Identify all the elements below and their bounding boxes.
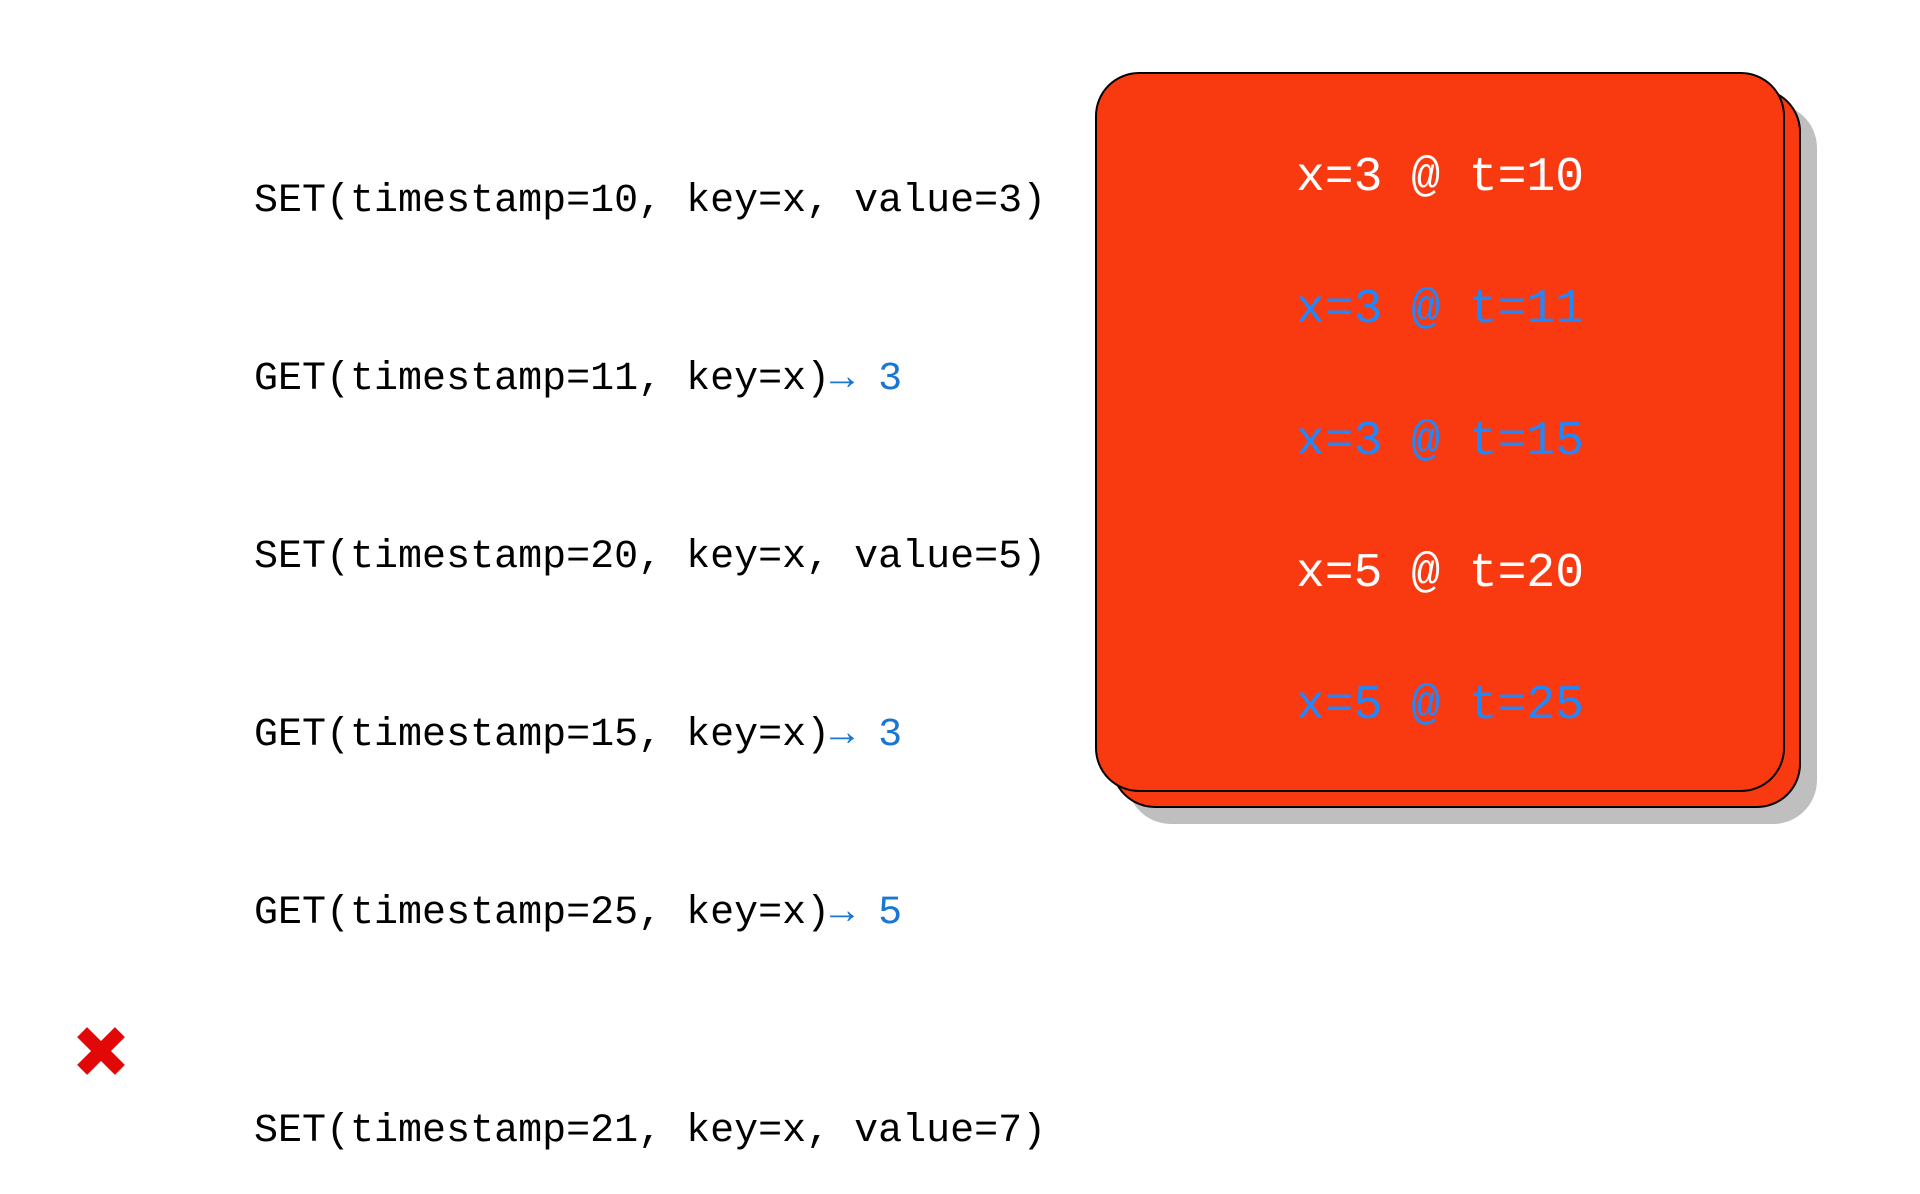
result-arrow-icon: → [830,357,854,402]
result-space [854,891,878,936]
code-line-invalid: SET(timestamp=21, key=x, value=7) [110,1032,1046,1192]
code-line: GET(timestamp=15, key=x)→ 3 [110,676,1046,796]
state-card-stack: x=3 @ t=10 x=3 @ t=11 x=3 @ t=15 x=5 @ t… [1095,72,1805,812]
result-value: 5 [878,891,902,936]
code-line: SET(timestamp=20, key=x, value=5) [110,498,1046,618]
code-line: GET(timestamp=11, key=x)→ 3 [110,320,1046,440]
code-text: GET(timestamp=11, key=x) [254,357,830,402]
state-entry: x=5 @ t=25 [1296,682,1584,730]
code-line: GET(timestamp=25, key=x)→ 5 [110,854,1046,974]
state-entry: x=5 @ t=20 [1296,550,1584,598]
code-text: GET(timestamp=15, key=x) [254,713,830,758]
code-text: SET(timestamp=10, key=x, value=3) [254,179,1046,224]
result-value: 3 [878,713,902,758]
state-entry: x=3 @ t=10 [1296,154,1584,202]
state-entry: x=3 @ t=15 [1296,418,1584,466]
state-entry: x=3 @ t=11 [1296,286,1584,334]
code-text: SET(timestamp=20, key=x, value=5) [254,535,1046,580]
result-value: 3 [878,357,902,402]
diagram-stage: SET(timestamp=10, key=x, value=3) GET(ti… [0,0,1920,880]
code-line: SET(timestamp=10, key=x, value=3) [110,142,1046,262]
result-space [854,713,878,758]
state-list: x=3 @ t=10 x=3 @ t=11 x=3 @ t=15 x=5 @ t… [1157,154,1723,730]
code-text: GET(timestamp=25, key=x) [254,891,830,936]
invalid-x-icon [66,1016,136,1086]
code-text: SET(timestamp=21, key=x, value=7) [254,1109,1046,1154]
card-front: x=3 @ t=10 x=3 @ t=11 x=3 @ t=15 x=5 @ t… [1095,72,1785,792]
result-arrow-icon: → [830,713,854,758]
result-arrow-icon: → [830,891,854,936]
code-block: SET(timestamp=10, key=x, value=3) GET(ti… [110,142,1046,1192]
result-space [854,357,878,402]
